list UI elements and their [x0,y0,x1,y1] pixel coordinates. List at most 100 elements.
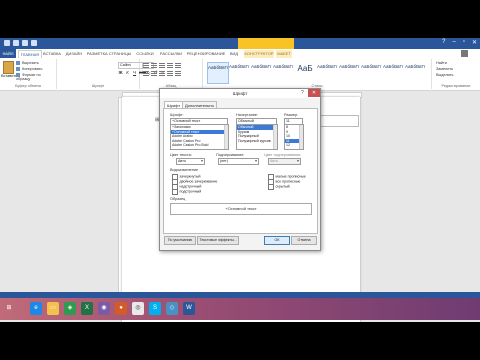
effects-label: Видоизменение [170,168,199,172]
hidden-checkbox[interactable]: скрытый [268,184,290,190]
redo-icon[interactable] [31,40,37,46]
tab-mailings[interactable]: РАССЫЛКИ [158,50,184,58]
bold-icon[interactable]: Ж [118,70,123,75]
dialog-title: Шрифт [160,89,320,98]
skype-icon[interactable]: S [149,302,161,315]
styles-group: АаБбВвГг АаБбВвГг АаБбВвГг АаБбВвГг АаБ … [203,59,432,89]
clipboard-group: Вставить Вырезать Копировать Формат по о… [0,59,57,89]
italic-icon[interactable]: К [125,70,130,75]
scrollbar[interactable] [273,125,277,149]
list-item[interactable]: Полужирный курсив [237,139,277,144]
avatar[interactable] [461,50,468,57]
text-color-label: Цвет текста: [170,153,192,157]
font-label: Шрифт: [170,113,184,117]
cancel-button[interactable]: Отмена [291,236,317,245]
bullets-icon[interactable] [143,63,149,68]
text-color-select[interactable]: Авто [176,158,205,165]
style-heading-1[interactable]: АаБбВвГг [251,62,272,82]
find-button[interactable]: Найти [436,61,447,65]
text-effects-button[interactable]: Текстовые эффекты... [197,236,239,245]
save-icon[interactable] [13,40,19,46]
style-heading-2[interactable]: АаБбВвГг [273,62,294,82]
list-item[interactable]: Adobe Caslon Pro Bold [171,143,228,148]
tab-table-layout[interactable]: МАКЕТ [276,50,292,58]
set-default-button[interactable]: По умолчанию [164,236,196,245]
dialog-close-icon[interactable]: ✕ [308,89,320,97]
size-list[interactable]: 8 9 10 11 12 [284,124,304,150]
app-icon-2[interactable]: ● [115,302,127,315]
underline-icon[interactable]: Ч [132,70,137,75]
align-right-icon[interactable] [159,71,165,76]
start-icon[interactable]: ⊞ [3,302,15,315]
tab-review[interactable]: РЕЦЕНЗИРОВАНИЕ [186,50,226,58]
quick-access-toolbar [4,40,37,46]
tab-file[interactable]: ФАЙЛ [0,49,16,58]
paint-icon[interactable]: ◇ [166,302,178,315]
pilcrow-icon[interactable] [175,63,181,68]
excel-icon[interactable]: X [81,302,93,315]
select-button[interactable]: Выделить [436,73,454,77]
explorer-icon[interactable]: ▭ [47,302,59,315]
underline-label: Подчеркивание: [216,153,245,157]
ribbon-home: Вставить Вырезать Копировать Формат по о… [0,58,480,91]
style-intense-emphasis[interactable]: АаБбВвГг [383,62,404,82]
line-spacing-icon[interactable] [175,71,181,76]
tab-constructor[interactable]: КОНСТРУКТОР [244,50,274,58]
minimize-icon[interactable]: – [452,39,455,46]
style-emphasis[interactable]: АаБбВвГг [361,62,382,82]
maximize-icon[interactable]: ▫ [463,39,465,46]
align-center-icon[interactable] [151,71,157,76]
indent-icon[interactable] [167,63,173,68]
word-logo-icon [4,40,10,46]
scrollbar[interactable] [224,125,228,149]
word-window: ? – ▫ ✕ ФАЙЛ ГЛАВНАЯ ВСТАВКА ДИЗАЙН РАЗМ… [0,38,480,322]
font-list[interactable]: +Заголовки +Основной текст Adobe Arabic … [170,124,229,150]
paste-button[interactable]: Вставить [1,74,17,78]
ok-button[interactable]: ОК [264,236,290,245]
align-buttons [143,71,181,76]
style-title[interactable]: АаБ [295,62,315,82]
app-icon[interactable]: ◉ [98,302,110,315]
help-icon[interactable]: ? [442,39,445,46]
tab-design[interactable]: ДИЗАЙН [64,50,84,58]
underline-color-label: Цвет подчеркивания: [264,153,302,157]
subscript-checkbox[interactable]: подстрочный [172,189,201,195]
store-icon[interactable]: ◈ [64,302,76,315]
style-no-spacing[interactable]: АаБбВвГг [229,62,250,82]
replace-button[interactable]: Заменить [436,67,453,71]
ie-icon[interactable]: e [30,302,42,315]
style-subtitle[interactable]: АаБбВвГг [317,62,338,82]
style-normal[interactable]: АаБбВвГг [207,62,229,84]
editing-group-label: Редактирование [441,84,471,88]
scissors-icon [16,61,20,65]
underline-select[interactable]: (нет) [218,158,259,165]
style-subtle-emphasis[interactable]: АаБбВвГг [339,62,360,82]
checkbox-box [268,184,274,190]
tab-insert[interactable]: ВСТАВКА [42,50,62,58]
taskbar: ⊞ e ▭ ◈ X ◉ ● ◎ S ◇ W [0,298,480,320]
copy-button[interactable]: Копировать [16,67,42,71]
chrome-icon[interactable]: ◎ [132,302,144,315]
top-letterbox [0,0,480,38]
style-list[interactable]: Обычный Курсив Полужирный Полужирный кур… [236,124,278,150]
scrollbar[interactable] [299,125,303,149]
underline-color-select: Авто [268,158,301,165]
justify-icon[interactable] [167,71,173,76]
tab-view[interactable]: ВИД [228,50,240,58]
dialog-help-icon[interactable]: ? [301,90,306,96]
undo-icon[interactable] [22,40,28,46]
font-tab-panel: Шрифт: +Основной текст +Заголовки +Основ… [163,108,318,234]
tab-references[interactable]: ССЫЛКИ [134,50,156,58]
list-buttons [143,63,181,68]
paste-icon[interactable] [3,61,14,74]
multilevel-icon[interactable] [159,63,165,68]
tab-layout[interactable]: РАЗМЕТКА СТРАНИЦЫ [86,50,132,58]
cut-button[interactable]: Вырезать [16,61,39,65]
align-left-icon[interactable] [143,71,149,76]
word-icon[interactable]: W [183,302,195,315]
numbering-icon[interactable] [151,63,157,68]
bottom-letterbox [0,322,480,360]
close-icon[interactable]: ✕ [472,39,477,46]
format-painter-button[interactable]: Формат по образцу [16,73,56,81]
style-strong[interactable]: АаБбВвГг [405,62,426,82]
